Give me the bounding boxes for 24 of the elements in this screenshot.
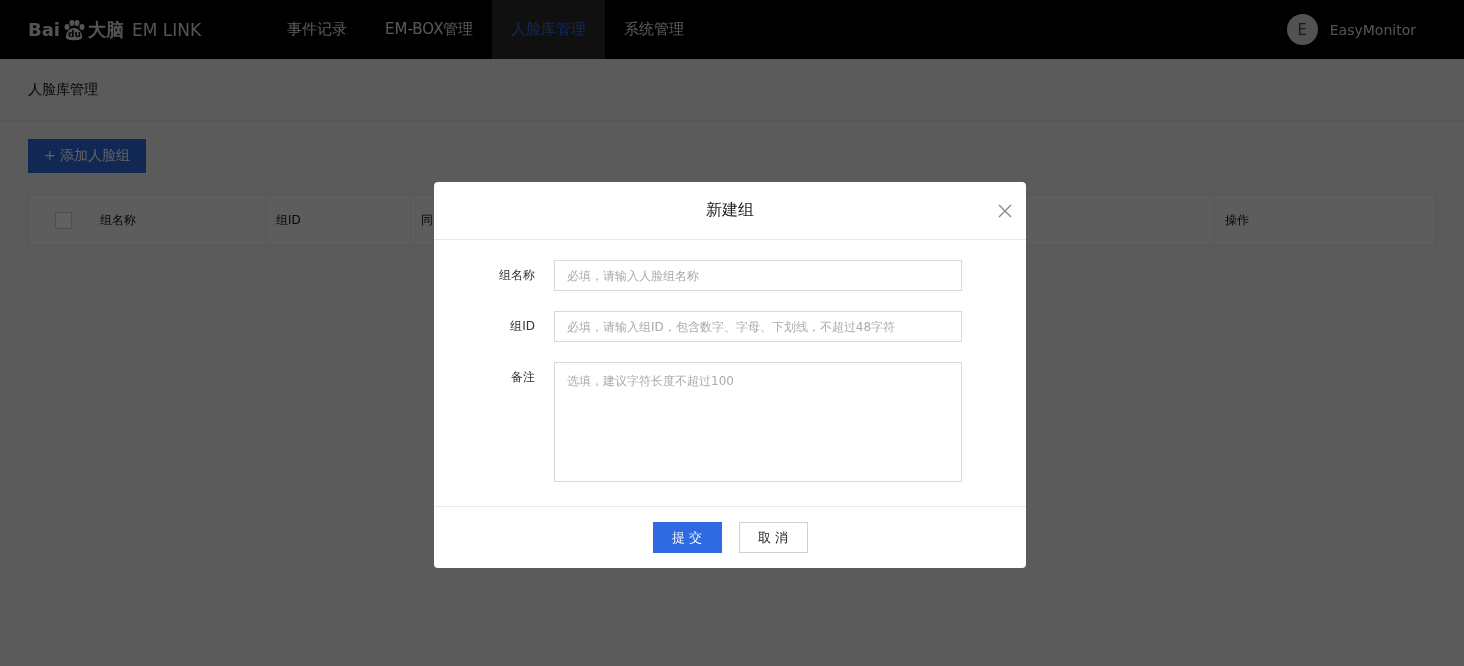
logo-text: Bai	[28, 19, 61, 40]
submit-button[interactable]: 提 交	[652, 522, 722, 553]
column-header: 同	[421, 211, 433, 229]
user-name: EasyMonitor	[1329, 21, 1416, 38]
nav-tab[interactable]: 事件记录	[268, 0, 366, 59]
page-title: 人脸库管理	[28, 80, 98, 99]
cancel-button[interactable]: 取 消	[738, 522, 808, 553]
column-header: 组ID	[276, 211, 301, 229]
product-name: EM LINK	[132, 19, 202, 40]
user-avatar[interactable]: E	[1286, 14, 1318, 45]
remark-field[interactable]: 选填，建议字符长度不超过100	[554, 362, 962, 482]
add-group-button[interactable]: + 添加人脸组	[28, 139, 147, 173]
dialog-title: 新建组	[706, 200, 754, 221]
nav-tab[interactable]: EM-BOX管理	[366, 0, 493, 59]
field-label: 组ID	[509, 318, 535, 335]
input-field[interactable]: 必填，请输入人脸组名称	[554, 260, 962, 291]
nav-tab[interactable]: 系统管理	[605, 0, 704, 59]
close-icon[interactable]	[998, 204, 1012, 218]
column-header: 组名称	[100, 211, 136, 229]
input-field[interactable]: 必填，请输入组ID，包含数字、字母、下划线，不超过48字符	[554, 311, 962, 342]
logo-text: 大脑	[88, 17, 125, 42]
field-label: 组名称	[498, 267, 535, 284]
field-label: 备注	[510, 369, 535, 386]
column-header: 操作	[1225, 211, 1249, 229]
